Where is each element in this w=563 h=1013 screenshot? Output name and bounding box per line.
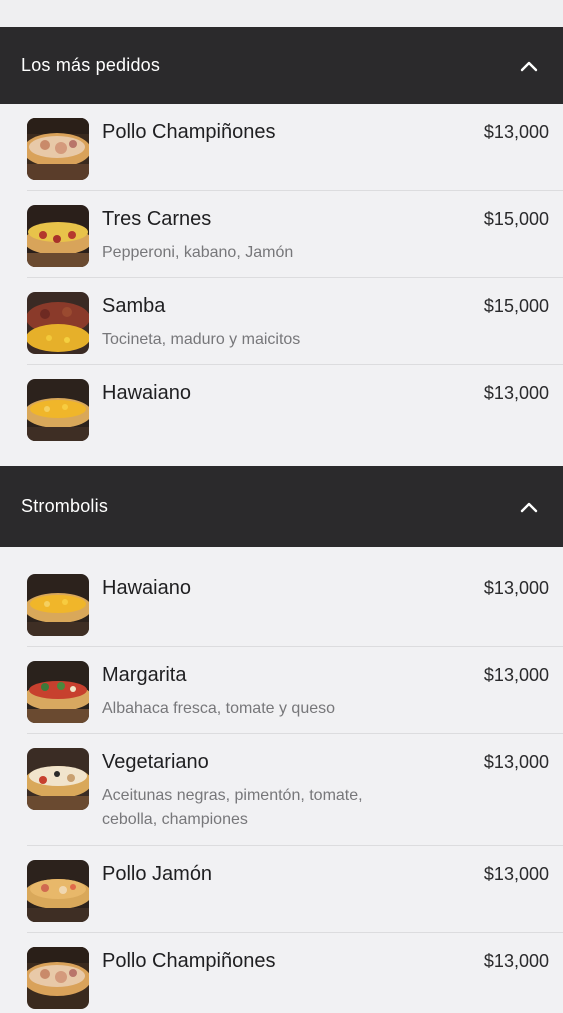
section-list-los-mas-pedidos: Pollo Champiñones $13,000 Tres Carnes $1…	[0, 104, 563, 466]
item-name: Samba	[102, 295, 166, 317]
product-image	[27, 860, 89, 922]
chevron-up-icon[interactable]	[515, 52, 543, 80]
item-price: $15,000	[483, 209, 549, 229]
product-image	[27, 748, 89, 810]
section-list-strombolis: Hawaiano $13,000 Margarita $13,000 Albah…	[0, 547, 563, 1013]
top-strip	[0, 0, 563, 27]
product-image	[27, 379, 89, 441]
list-item[interactable]: Margarita $13,000 Albahaca fresca, tomat…	[0, 647, 563, 734]
item-name: Pollo Champiñones	[102, 121, 276, 143]
product-image	[27, 661, 89, 723]
list-item[interactable]: Tres Carnes $15,000 Pepperoni, kabano, J…	[0, 191, 563, 278]
section-header-los-mas-pedidos[interactable]: Los más pedidos	[0, 27, 563, 104]
item-description: Tocineta, maduro y maicitos	[102, 331, 301, 348]
item-name: Vegetariano	[102, 751, 209, 773]
item-name: Hawaiano	[102, 382, 191, 404]
item-name: Tres Carnes	[102, 208, 212, 230]
item-price: $13,000	[483, 864, 549, 884]
product-image	[27, 205, 89, 267]
item-description: Aceitunas negras, pimentón, tomate, cebo…	[102, 787, 363, 828]
list-item[interactable]: Hawaiano $13,000	[0, 365, 563, 466]
product-image	[27, 118, 89, 180]
item-description: Pepperoni, kabano, Jamón	[102, 244, 294, 261]
list-item[interactable]: Samba $15,000 Tocineta, maduro y maicito…	[0, 278, 563, 365]
item-description: Albahaca fresca, tomate y queso	[102, 700, 336, 717]
product-image	[27, 574, 89, 636]
item-name: Margarita	[102, 664, 187, 686]
item-price: $13,000	[483, 578, 549, 598]
item-price: $13,000	[483, 122, 549, 142]
item-price: $13,000	[483, 752, 549, 772]
item-price: $13,000	[483, 951, 549, 971]
item-price: $13,000	[483, 665, 549, 685]
section-header-strombolis[interactable]: Strombolis	[0, 466, 563, 547]
section-title: Strombolis	[21, 496, 109, 516]
item-name: Hawaiano	[102, 577, 191, 599]
list-item[interactable]: Hawaiano $13,000	[0, 547, 563, 647]
chevron-up-icon[interactable]	[515, 493, 543, 521]
section-title: Los más pedidos	[21, 55, 161, 75]
item-name: Pollo Jamón	[102, 863, 213, 885]
list-item[interactable]: Pollo Jamón $13,000	[0, 846, 563, 933]
item-name: Pollo Champiñones	[102, 950, 276, 972]
list-item[interactable]: Pollo Champiñones $13,000	[0, 104, 563, 191]
item-price: $15,000	[483, 296, 549, 316]
list-item[interactable]: Vegetariano $13,000 Aceitunas negras, pi…	[0, 734, 563, 846]
item-price: $13,000	[483, 383, 549, 403]
product-image	[27, 292, 89, 354]
list-item[interactable]: Pollo Champiñones $13,000	[0, 933, 563, 1013]
